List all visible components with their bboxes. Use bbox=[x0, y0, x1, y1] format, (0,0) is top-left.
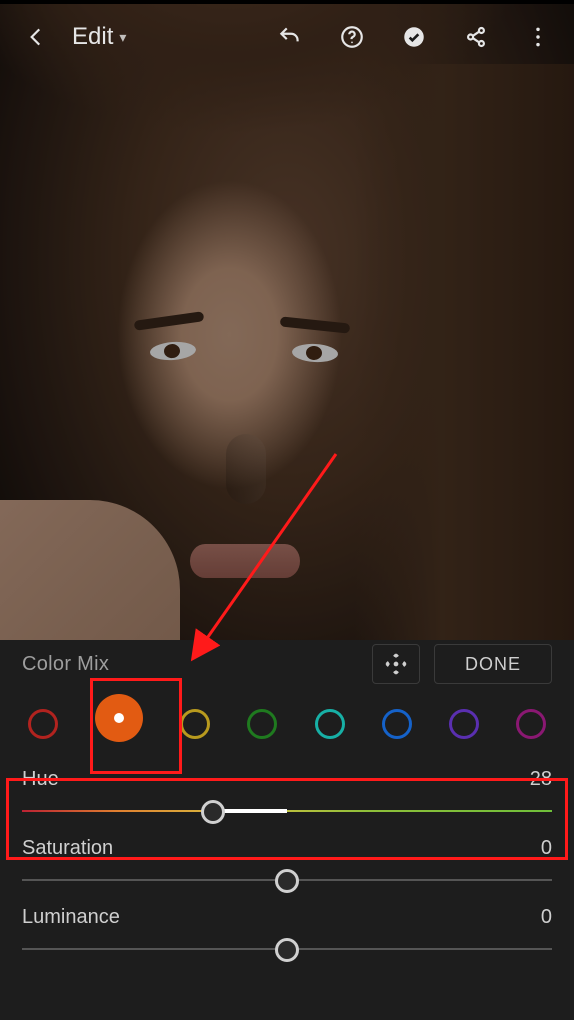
luminance-control: Luminance 0 bbox=[0, 898, 574, 967]
color-swatch-row bbox=[0, 688, 574, 760]
move-icon bbox=[383, 651, 409, 677]
overflow-button[interactable] bbox=[516, 15, 560, 59]
share-button[interactable] bbox=[454, 15, 498, 59]
photo-dim-overlay bbox=[0, 4, 574, 640]
hue-track bbox=[22, 810, 552, 812]
color-swatch-orange[interactable] bbox=[95, 694, 143, 742]
undo-button[interactable] bbox=[268, 15, 312, 59]
luminance-thumb[interactable] bbox=[275, 938, 299, 962]
hue-value: -28 bbox=[523, 768, 552, 791]
saturation-thumb[interactable] bbox=[275, 869, 299, 893]
help-circle-icon bbox=[339, 24, 365, 50]
luminance-slider[interactable] bbox=[22, 933, 552, 967]
color-mix-panel: Color Mix DONE Hue -28 bbox=[0, 640, 574, 1020]
color-swatch-aqua[interactable] bbox=[315, 709, 345, 739]
panel-title: Color Mix bbox=[22, 653, 109, 676]
saturation-value: 0 bbox=[541, 837, 552, 860]
app-root: Edit ▾ Color Mix bbox=[0, 4, 574, 1020]
help-button[interactable] bbox=[330, 15, 374, 59]
luminance-label: Luminance bbox=[22, 906, 120, 929]
saturation-label: Saturation bbox=[22, 837, 113, 860]
overflow-icon bbox=[525, 24, 551, 50]
hue-thumb[interactable] bbox=[201, 800, 225, 824]
back-button[interactable] bbox=[14, 15, 58, 59]
toolbar-right bbox=[268, 15, 560, 59]
hue-slider[interactable] bbox=[22, 795, 552, 829]
color-swatch-yellow[interactable] bbox=[180, 709, 210, 739]
undo-icon bbox=[277, 24, 303, 50]
edit-dropdown[interactable]: Edit ▾ bbox=[72, 23, 126, 51]
check-circle-icon bbox=[401, 24, 427, 50]
photo-canvas[interactable] bbox=[0, 4, 574, 640]
done-button[interactable]: DONE bbox=[434, 644, 552, 684]
hue-control: Hue -28 bbox=[0, 760, 574, 829]
share-icon bbox=[463, 24, 489, 50]
top-toolbar: Edit ▾ bbox=[0, 4, 574, 70]
color-swatch-magenta[interactable] bbox=[516, 709, 546, 739]
panel-header: Color Mix DONE bbox=[0, 640, 574, 688]
arrow-left-icon bbox=[23, 24, 49, 50]
color-swatch-blue[interactable] bbox=[382, 709, 412, 739]
color-swatch-green[interactable] bbox=[247, 709, 277, 739]
luminance-value: 0 bbox=[541, 906, 552, 929]
color-swatch-red[interactable] bbox=[28, 709, 58, 739]
saturation-slider[interactable] bbox=[22, 864, 552, 898]
color-swatch-purple[interactable] bbox=[449, 709, 479, 739]
hue-label: Hue bbox=[22, 768, 59, 791]
target-adjust-button[interactable] bbox=[372, 644, 420, 684]
page-title: Edit bbox=[72, 23, 113, 51]
selected-dot-icon bbox=[114, 713, 124, 723]
chevron-down-icon: ▾ bbox=[119, 29, 126, 46]
saturation-control: Saturation 0 bbox=[0, 829, 574, 898]
confirm-button[interactable] bbox=[392, 15, 436, 59]
